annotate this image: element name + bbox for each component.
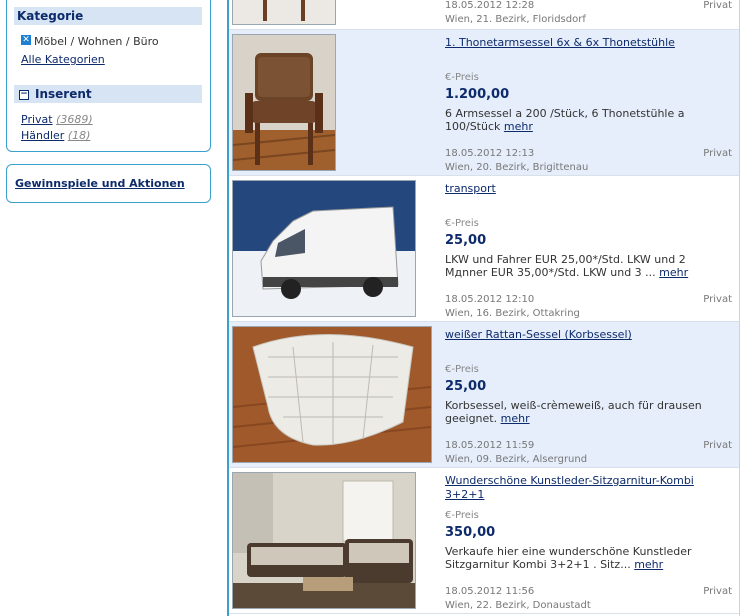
listing-date: 18.05.2012 12:13 xyxy=(445,148,535,159)
listing-price: 25,00 xyxy=(445,233,487,248)
listing-location: Wien, 09. Bezirk, Alsergrund xyxy=(445,454,588,465)
rattan-chair-image xyxy=(233,327,431,462)
listing-seller: Privat xyxy=(703,294,732,305)
listing-row[interactable]: 1. Thonetarmsessel 6x & 6x Thonetstühle … xyxy=(229,30,739,176)
listings: 18.05.2012 12:28 Privat Wien, 21. Bezirk… xyxy=(229,0,739,616)
van-image xyxy=(233,181,415,316)
inserent-header[interactable]: − Inserent xyxy=(14,85,202,103)
price-label: €-Preis xyxy=(445,218,479,229)
listing-seller: Privat xyxy=(703,586,732,597)
listing-row[interactable]: 18.05.2012 12:28 Privat Wien, 21. Bezirk… xyxy=(229,0,739,30)
selected-category[interactable]: ✕ Möbel / Wohnen / Büro xyxy=(21,35,159,48)
filter-haendler-label[interactable]: Händler xyxy=(21,129,64,142)
listing-description-text: Korbsessel, weiß-crèmeweiß, auch für dra… xyxy=(445,399,702,425)
collapse-icon[interactable]: − xyxy=(19,89,29,100)
filter-privat-count: (3689) xyxy=(56,113,93,126)
listing-title[interactable]: transport xyxy=(445,182,715,196)
selected-category-label: Möbel / Wohnen / Büro xyxy=(34,35,159,48)
listing-description: LKW und Fahrer EUR 25,00*/Std. LKW und 2… xyxy=(445,253,715,279)
all-categories-link-text[interactable]: Alle Kategorien xyxy=(21,53,105,66)
listing-thumbnail[interactable] xyxy=(232,0,336,25)
chair-image xyxy=(233,0,335,24)
remove-filter-icon[interactable]: ✕ xyxy=(21,35,31,45)
listing-location: Wien, 16. Bezirk, Ottakring xyxy=(445,308,580,319)
more-link[interactable]: mehr xyxy=(504,120,533,133)
inserent-title: Inserent xyxy=(35,87,92,101)
filter-privat-label[interactable]: Privat xyxy=(21,113,53,126)
more-link[interactable]: mehr xyxy=(659,266,688,279)
filter-haendler[interactable]: Händler (18) xyxy=(21,129,90,142)
listing-location: Wien, 21. Bezirk, Floridsdorf xyxy=(445,14,586,25)
sidebar: Kategorie ✕ Möbel / Wohnen / Büro Alle Ka… xyxy=(0,0,220,616)
listing-row[interactable]: weißer Rattan-Sessel (Korbsessel) €-Prei… xyxy=(229,322,739,468)
listing-thumbnail[interactable] xyxy=(232,326,432,463)
listing-price: 25,00 xyxy=(445,379,487,394)
listing-seller: Privat xyxy=(703,0,732,11)
listing-thumbnail[interactable] xyxy=(232,34,336,171)
listing-thumbnail[interactable] xyxy=(232,472,416,609)
more-link[interactable]: mehr xyxy=(634,558,663,571)
listing-title[interactable]: weißer Rattan-Sessel (Korbsessel) xyxy=(445,328,715,342)
right-border xyxy=(739,0,740,616)
filter-box: Kategorie ✕ Möbel / Wohnen / Büro Alle Ka… xyxy=(6,0,211,152)
listing-price: 1.200,00 xyxy=(445,87,510,102)
more-link[interactable]: mehr xyxy=(501,412,530,425)
price-label: €-Preis xyxy=(445,364,479,375)
listing-date: 18.05.2012 12:28 xyxy=(445,0,535,11)
promo-box: Gewinnspiele und Aktionen xyxy=(6,164,211,203)
listing-date: 18.05.2012 11:56 xyxy=(445,586,535,597)
sofa-image xyxy=(233,473,415,608)
armchair-image xyxy=(233,35,335,170)
listing-description: Korbsessel, weiß-crèmeweiß, auch für dra… xyxy=(445,399,715,425)
price-label: €-Preis xyxy=(445,510,479,521)
listing-location: Wien, 22. Bezirk, Donaustadt xyxy=(445,600,591,611)
filter-privat[interactable]: Privat (3689) xyxy=(21,113,93,126)
listing-title[interactable]: 1. Thonetarmsessel 6x & 6x Thonetstühle xyxy=(445,36,715,50)
listing-row[interactable]: transport €-Preis 25,00 LKW und Fahrer E… xyxy=(229,176,739,322)
listing-row[interactable]: Wunderschöne Kunstleder-Sitzgarnitur-Kom… xyxy=(229,468,739,614)
listing-date: 18.05.2012 12:10 xyxy=(445,294,535,305)
listing-seller: Privat xyxy=(703,440,732,451)
listing-date: 18.05.2012 11:59 xyxy=(445,440,535,451)
price-label: €-Preis xyxy=(445,72,479,83)
gewinnspiele-link[interactable]: Gewinnspiele und Aktionen xyxy=(15,177,185,190)
kategorie-header: Kategorie xyxy=(14,7,202,25)
listing-seller: Privat xyxy=(703,148,732,159)
listing-thumbnail[interactable] xyxy=(232,180,416,317)
listing-description-text: 6 Armsessel a 200 /Stück, 6 Thonetstühle… xyxy=(445,107,685,133)
filter-haendler-count: (18) xyxy=(67,129,91,142)
listing-description: Verkaufe hier eine wunderschöne Kunstled… xyxy=(445,545,715,571)
listing-title[interactable]: Wunderschöne Kunstleder-Sitzgarnitur-Kom… xyxy=(445,474,715,502)
all-categories-link[interactable]: Alle Kategorien xyxy=(21,53,105,66)
listing-description: 6 Armsessel a 200 /Stück, 6 Thonetstühle… xyxy=(445,107,715,133)
listing-price: 350,00 xyxy=(445,525,496,540)
listing-location: Wien, 20. Bezirk, Brigittenau xyxy=(445,162,589,173)
listing-description-text: LKW und Fahrer EUR 25,00*/Std. LKW und 2… xyxy=(445,253,686,279)
